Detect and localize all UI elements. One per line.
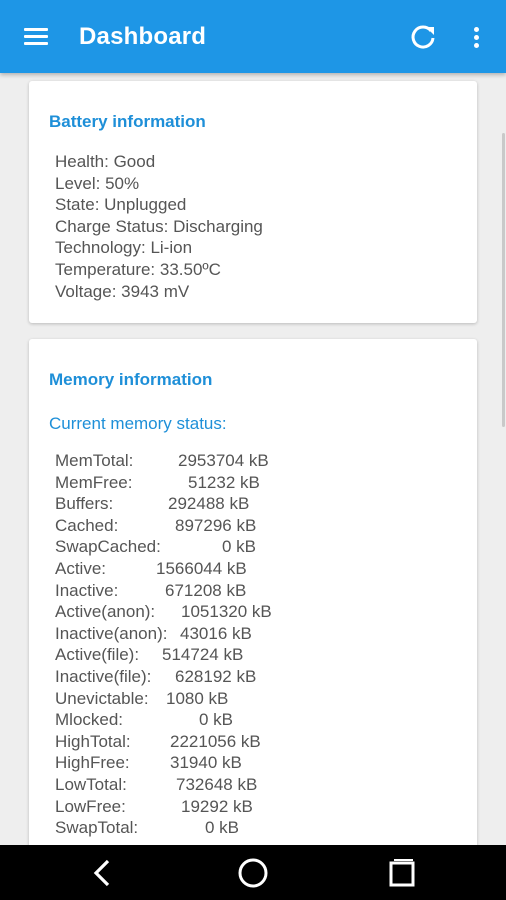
memory-key: HighTotal:: [55, 731, 131, 751]
memory-value: 628192 kB: [175, 666, 257, 686]
memory-key: HighFree:: [55, 753, 130, 773]
battery-card-title: Battery information: [49, 112, 206, 131]
battery-health: Health: Good: [55, 152, 156, 171]
home-icon[interactable]: [235, 855, 271, 891]
memory-status-subtitle: Current memory status:: [49, 414, 227, 433]
memory-value: 0 kB: [205, 818, 240, 838]
app-bar: Dashboard: [0, 0, 506, 73]
battery-temperature: Temperature: 33.50ºC: [55, 259, 221, 279]
battery-card: Battery information Health: Good Level: …: [29, 81, 477, 323]
memory-key: MemTotal:: [55, 451, 134, 470]
memory-key: LowFree:: [55, 796, 126, 816]
memory-value: 31940 kB: [170, 753, 242, 773]
memory-key: SwapCached:: [55, 537, 161, 557]
memory-value: 732648 kB: [176, 774, 258, 794]
memory-key: Mlocked:: [55, 710, 124, 730]
memory-key: Active:: [55, 558, 107, 578]
memory-key: Buffers:: [55, 494, 114, 514]
scrollbar[interactable]: [502, 133, 505, 427]
memory-value: 1080 kB: [166, 688, 229, 708]
battery-state: State: Unplugged: [55, 195, 187, 215]
page-title: Dashboard: [79, 23, 207, 50]
memory-value: 292488 kB: [168, 494, 250, 514]
memory-key: SwapTotal:: [55, 818, 139, 838]
battery-info-list: Health: Good Level: 50% State: Unplugged…: [55, 151, 263, 302]
memory-value: 43016 kB: [180, 623, 252, 643]
memory-key: MemFree:: [55, 472, 133, 492]
memory-key: Inactive(anon):: [55, 623, 168, 643]
memory-key: Unevictable:: [55, 688, 149, 708]
memory-value: 514724 kB: [162, 645, 244, 665]
memory-value: 897296 kB: [175, 515, 257, 535]
more-vertical-icon[interactable]: [464, 21, 488, 53]
memory-value: 19292 kB: [181, 796, 253, 816]
memory-key: Cached:: [55, 515, 119, 535]
system-nav-bar: [0, 845, 506, 900]
memory-value: 51232 kB: [188, 472, 260, 492]
dashboard-content[interactable]: Battery information Health: Good Level: …: [0, 73, 506, 845]
memory-key: Active(file):: [55, 645, 140, 665]
memory-key: Active(anon):: [55, 602, 156, 622]
hamburger-menu-icon[interactable]: [20, 24, 52, 50]
memory-value: 1051320 kB: [181, 602, 272, 622]
memory-key: Inactive:: [55, 580, 119, 600]
battery-technology: Technology: Li-ion: [55, 238, 193, 258]
recents-icon[interactable]: [384, 855, 420, 891]
battery-level: Level: 50%: [55, 173, 140, 193]
memory-value: 1566044 kB: [156, 558, 247, 578]
back-icon[interactable]: [84, 855, 120, 891]
battery-charge-status: Charge Status: Discharging: [55, 216, 263, 236]
memory-key: Inactive(file):: [55, 666, 152, 686]
memory-value: 671208 kB: [165, 580, 247, 600]
memory-value: 2221056 kB: [170, 731, 261, 751]
memory-card-title: Memory information: [49, 370, 213, 389]
memory-value: 2953704 kB: [178, 451, 269, 470]
memory-value: 0 kB: [199, 710, 234, 730]
memory-key: LowTotal:: [55, 774, 127, 794]
battery-voltage: Voltage: 3943 mV: [55, 281, 190, 301]
memory-card: Memory information Current memory status…: [29, 339, 477, 845]
memory-value: 0 kB: [222, 537, 257, 557]
refresh-icon[interactable]: [407, 21, 439, 53]
